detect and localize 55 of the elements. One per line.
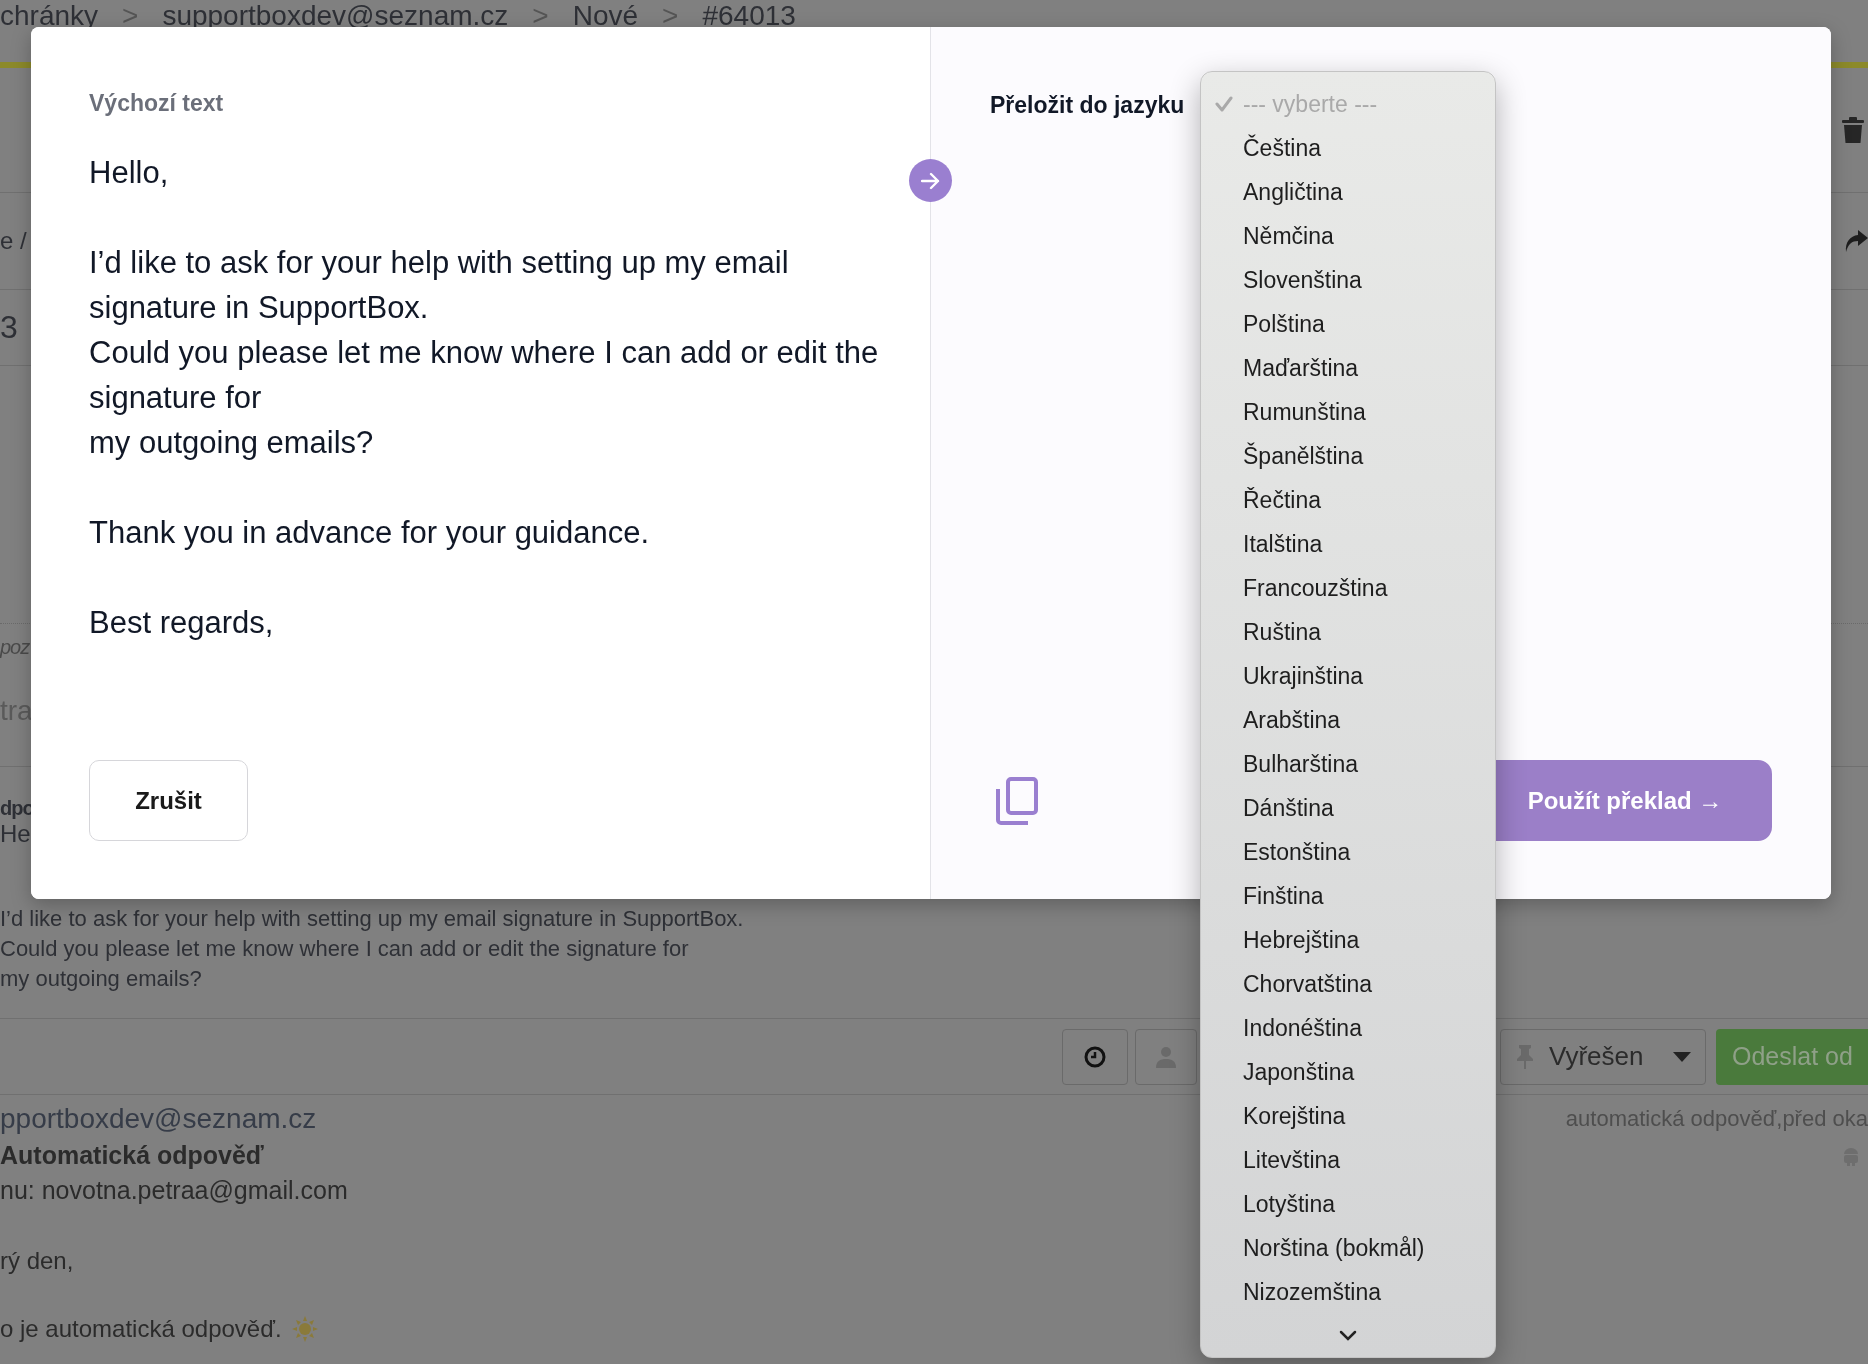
check-icon bbox=[1215, 96, 1233, 112]
language-option[interactable]: Maďarština bbox=[1201, 346, 1495, 390]
language-option[interactable]: Hebrejština bbox=[1201, 918, 1495, 962]
arrow-right-icon bbox=[920, 171, 941, 190]
language-option[interactable]: Polština bbox=[1201, 302, 1495, 346]
pin-icon bbox=[1515, 1044, 1535, 1069]
language-option[interactable]: Litevština bbox=[1201, 1138, 1495, 1182]
language-option[interactable]: Indonéština bbox=[1201, 1006, 1495, 1050]
language-option[interactable]: Němčina bbox=[1201, 214, 1495, 258]
caret-icon bbox=[1673, 1051, 1691, 1062]
language-option[interactable]: Francouzština bbox=[1201, 566, 1495, 610]
language-option[interactable]: Angličtina bbox=[1201, 170, 1495, 214]
language-option[interactable]: Nizozemština bbox=[1201, 1270, 1495, 1314]
language-option[interactable]: Korejština bbox=[1201, 1094, 1495, 1138]
language-option[interactable]: Japonština bbox=[1201, 1050, 1495, 1094]
email-body-line: rý den, bbox=[0, 1247, 74, 1275]
language-option[interactable]: Čeština bbox=[1201, 126, 1495, 170]
user-icon bbox=[1156, 1045, 1176, 1068]
clock-button[interactable] bbox=[1062, 1028, 1128, 1085]
sender-address: pportboxdev@seznam.cz bbox=[0, 1103, 317, 1135]
breadcrumb-separator: > bbox=[532, 0, 549, 32]
email-body-line: o je automatická odpověď. bbox=[0, 1315, 282, 1343]
language-option[interactable]: Rumunština bbox=[1201, 390, 1495, 434]
language-option[interactable]: Řečtina bbox=[1201, 478, 1495, 522]
clock-icon bbox=[1084, 1045, 1106, 1068]
recipient-line: nu: novotna.petraa@gmail.com bbox=[0, 1176, 348, 1205]
breadcrumb-separator: > bbox=[662, 0, 679, 32]
breadcrumb-separator: > bbox=[122, 0, 139, 32]
message-line: I’d like to ask for your help with setting up my email signature in SupportBox. bbox=[0, 905, 744, 933]
cut-off-text: 3 bbox=[0, 309, 18, 346]
cut-off-text: He bbox=[0, 820, 31, 848]
language-option[interactable]: Chorvatština bbox=[1201, 962, 1495, 1006]
reply-arrow-icon[interactable] bbox=[1844, 230, 1868, 252]
language-option[interactable]: Španělština bbox=[1201, 434, 1495, 478]
language-option[interactable]: Arabština bbox=[1201, 698, 1495, 742]
language-option[interactable]: Ruština bbox=[1201, 610, 1495, 654]
source-text: Hello, I’d like to ask for your help with setting up my email signature in SupportBox. Could you please let me know where I can add or edit the signature for my outgoing emails? Thank you in advance for your guidance. Best regards, bbox=[89, 154, 879, 642]
source-label: Výchozí text bbox=[89, 90, 224, 116]
language-option[interactable]: Ukrajinština bbox=[1201, 654, 1495, 698]
copy-icon[interactable] bbox=[996, 776, 1038, 825]
cancel-button[interactable]: Zrušit bbox=[89, 760, 248, 841]
chevron-down-icon[interactable] bbox=[1339, 1330, 1357, 1341]
sun-icon bbox=[291, 1316, 318, 1342]
status-dropdown[interactable]: Vyřešen bbox=[1500, 1028, 1706, 1085]
message-line: Could you please let me know where I can add or edit the signature for bbox=[0, 935, 690, 963]
target-language-label: Přeložit do jazyku bbox=[990, 91, 1185, 120]
language-option[interactable]: Italština bbox=[1201, 522, 1495, 566]
email-subject: Automatická odpověď bbox=[0, 1141, 264, 1170]
language-option[interactable]: Slovenština bbox=[1201, 258, 1495, 302]
message-line: my outgoing emails? bbox=[0, 965, 203, 993]
language-option[interactable]: Norština (bokmål) bbox=[1201, 1226, 1495, 1270]
language-option[interactable]: Finština bbox=[1201, 874, 1495, 918]
language-option[interactable]: Lotyština bbox=[1201, 1182, 1495, 1226]
trash-icon[interactable] bbox=[1842, 117, 1864, 143]
cut-off-text: e / bbox=[0, 227, 27, 255]
